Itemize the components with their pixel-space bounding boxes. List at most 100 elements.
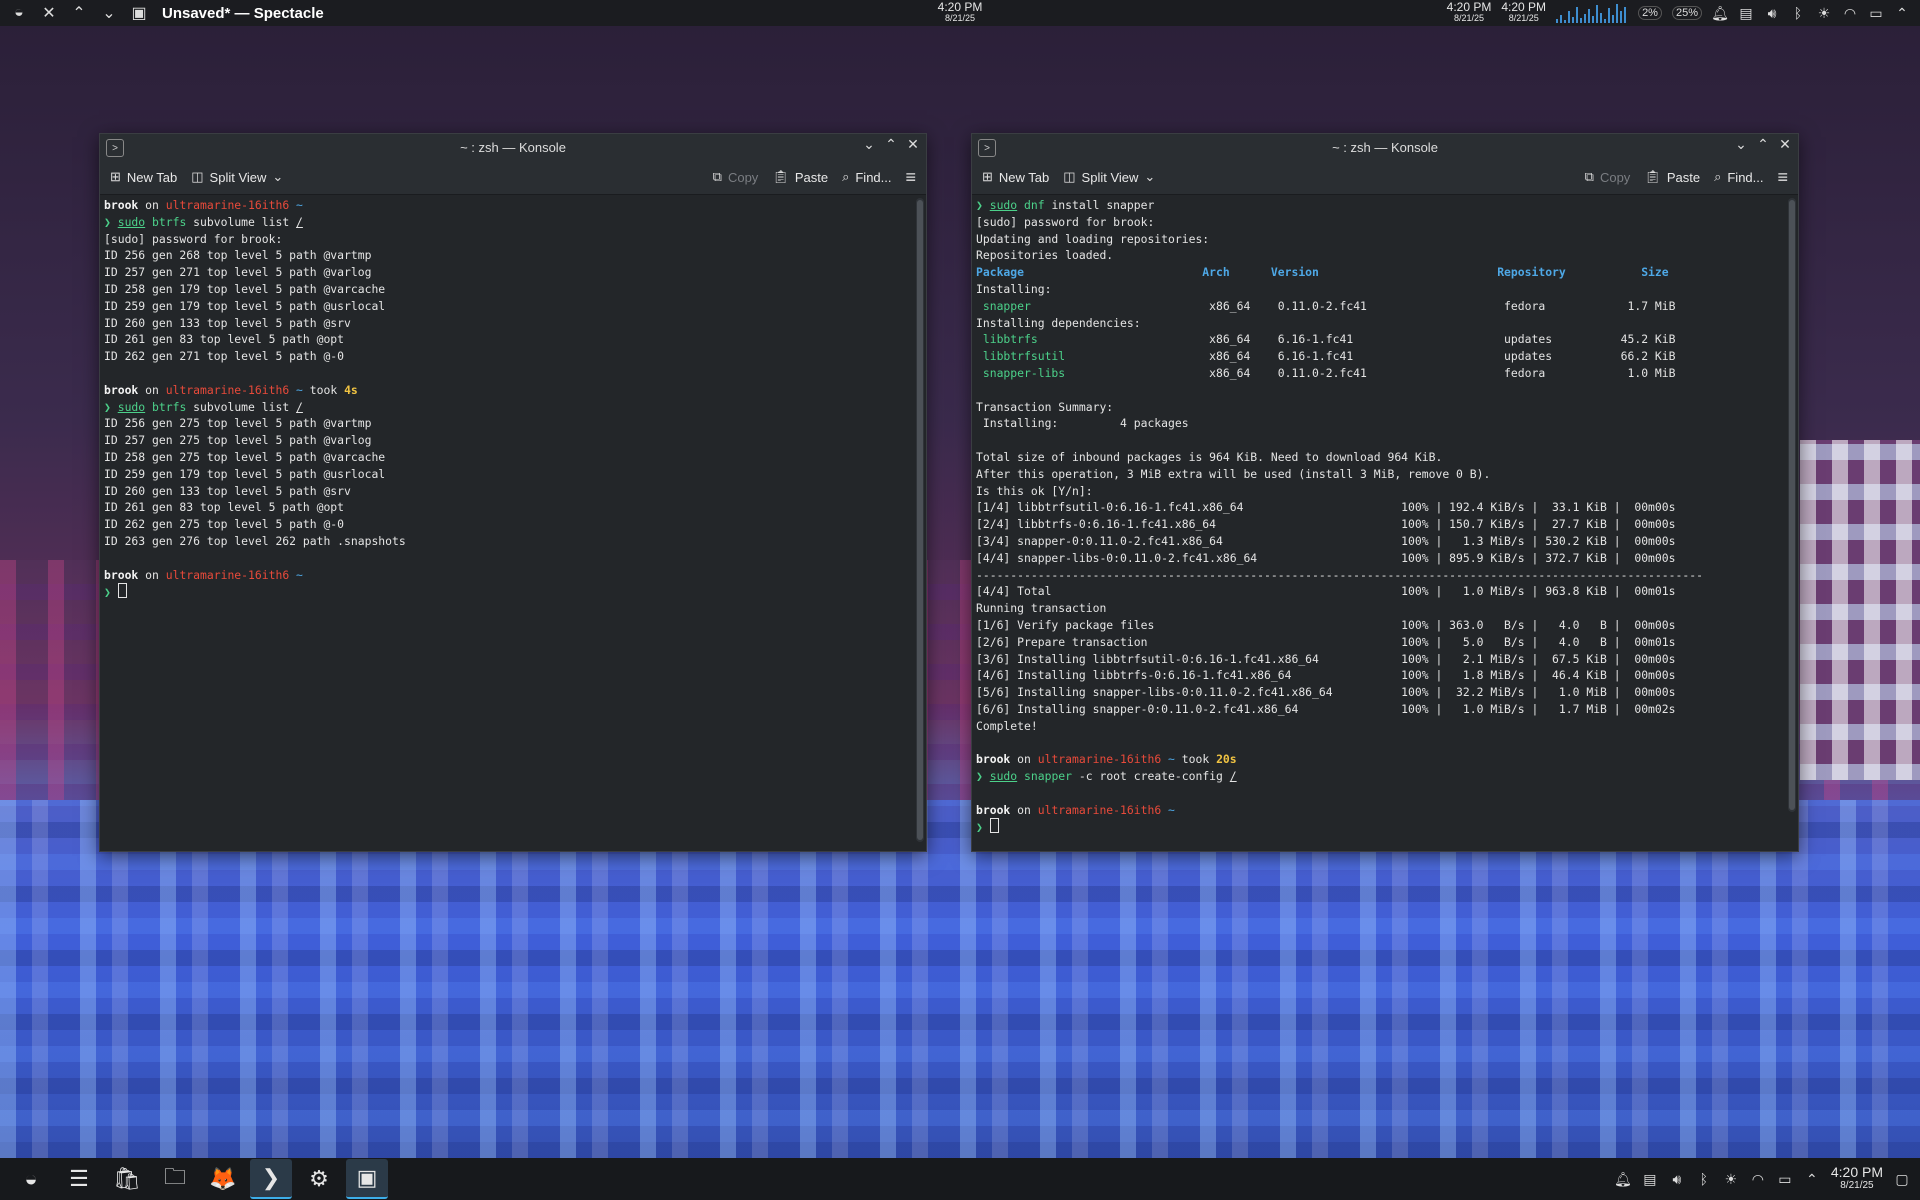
prompt-user: brook [976,752,1011,767]
minimize-icon[interactable]: ⌄ [98,2,120,24]
terminal-text: ID 257 gen 275 top level 5 path @varlog [104,433,372,448]
taskbar-firefox[interactable]: 🦊 [202,1160,244,1198]
scrollbar-thumb[interactable] [1789,200,1795,810]
world-clock-time: 4:20 PM [1501,0,1547,14]
terminal-output[interactable]: brook on ultramarine-16ith6 ~ ❯ sudo btrf… [100,195,926,839]
taskbar-spectacle[interactable]: ▣ [346,1159,388,1199]
battery-icon[interactable]: ▭ [1868,5,1884,21]
minimize-icon[interactable]: ⌄ [1734,136,1748,153]
terminal-text: Installing: [976,281,1052,296]
sliders-icon: ☰ [69,1166,89,1191]
battery-icon[interactable]: ▭ [1777,1171,1793,1187]
terminal-text: [4/6] Installing libbtrfs-0:6.16-1.fc41.… [976,668,1676,683]
terminal-line: ----------------------------------------… [976,567,1794,584]
paste-button[interactable]: 📋︎ Paste [772,169,828,185]
close-icon[interactable]: ✕ [906,136,920,153]
world-clock[interactable]: 4:20 PM 8/21/25 [1501,0,1547,24]
terminal-line: ID 261 gen 83 top level 5 path @opt [104,499,922,516]
show-desktop-icon[interactable]: ▢ [1894,1171,1910,1187]
prompt-arrow: ❯ [976,769,990,784]
terminal-app-icon[interactable]: > [978,139,996,157]
terminal-line: ❯ sudo dnf install snapper [976,197,1794,214]
store-bag-icon: 🛍 [113,1166,141,1191]
notifications-icon[interactable]: 🔔︎ [1614,1171,1632,1187]
scrollbar-thumb[interactable] [917,200,923,840]
bluetooth-icon[interactable]: ᛒ [1790,5,1806,21]
taskbar-dolphin-file-manager[interactable]: 🗀 [154,1160,196,1198]
brightness-icon[interactable]: ☀ [1723,1171,1739,1187]
konsole-window-left[interactable]: > ~ : zsh — Konsole ⌄ ⌃ ✕ ⊞ New Tab ◫ Spli… [99,133,927,852]
window-titlebar[interactable]: > ~ : zsh — Konsole ⌄ ⌃ ✕ [972,134,1798,160]
clipboard-icon[interactable]: ▤ [1738,5,1754,21]
bluetooth-icon[interactable]: ᛒ [1696,1171,1712,1187]
paste-button[interactable]: 📋︎ Paste [1644,169,1700,185]
split-view-button[interactable]: ◫ Split View ⌄ [191,169,283,185]
taskbar-discover-store[interactable]: 🛍 [106,1160,148,1198]
memory-percent[interactable]: 25% [1671,6,1702,20]
terminal-line: [3/6] Installing libbtrfsutil-0:6.16-1.f… [976,651,1794,668]
top-clock[interactable]: 4:20 PM 8/21/25 [920,1,1000,24]
taskbar-clock[interactable]: 4:20 PM 8/21/25 [1831,1165,1883,1192]
terminal-text: ID 262 gen 275 top level 5 path @-0 [104,517,345,532]
split-view-button[interactable]: ◫ Split View ⌄ [1063,169,1155,185]
terminal-line: ID 256 gen 275 top level 5 path @vartmp [104,415,922,432]
ultramarine-logo-icon[interactable]: ◒ [8,2,30,24]
system-tray: 🔔︎ ▤ 🔊︎ ᛒ ☀ ◠ ▭ ⌃ 4:20 PM 8/21/25 ▢ [1614,1158,1910,1200]
window-titlebar[interactable]: > ~ : zsh — Konsole ⌄ ⌃ ✕ [100,134,926,160]
scrollbar[interactable] [916,198,924,842]
copy-button[interactable]: ⧉ Copy [713,169,759,185]
hamburger-menu-icon[interactable]: ≡ [1777,167,1788,188]
command-args: install snapper [1044,198,1155,212]
volume-icon[interactable]: 🔊︎ [1669,1171,1685,1187]
cpu-percent[interactable]: 2% [1638,6,1662,20]
terminal-line: [5/6] Installing snapper-libs-0:0.11.0-2… [976,684,1794,701]
find-button[interactable]: ⌕ Find... [842,169,891,185]
terminal-cursor [117,583,127,599]
notifications-icon[interactable]: 🔔︎ [1711,5,1729,21]
scrollbar[interactable] [1788,198,1796,812]
package-details: x86_64 6.16-1.fc41 updates 66.2 KiB [1065,349,1676,364]
terminal-text: Total size of inbound packages is 964 Ki… [976,449,1443,464]
new-tab-button[interactable]: ⊞ New Tab [982,169,1049,185]
wifi-icon[interactable]: ◠ [1750,1171,1766,1187]
taskbar-system-settings[interactable]: ⚙ [298,1160,340,1198]
package-name: snapper-libs [976,365,1066,380]
brightness-icon[interactable]: ☀ [1816,5,1832,21]
maximize-icon[interactable]: ⌃ [1756,136,1770,153]
close-icon[interactable]: ✕ [1778,136,1792,153]
terminal-text: ----------------------------------------… [976,567,1703,582]
prompt-text: on [1010,802,1038,817]
wifi-icon[interactable]: ◠ [1842,5,1858,21]
minimize-icon[interactable]: ⌄ [862,136,876,153]
volume-icon[interactable]: 🔊︎ [1764,5,1780,21]
prompt-host: ultramarine-16ith6 [165,567,290,582]
terminal-text: [1/4] libbtrfsutil-0:6.16-1.fc41.x86_64 … [976,500,1676,515]
terminal-text: [1/6] Verify package files 100% | 363.0 … [976,617,1676,632]
taskbar-app-launcher[interactable]: ◒ [10,1160,52,1198]
find-button[interactable]: ⌕ Find... [1714,169,1763,185]
taskbar-konsole[interactable]: ❯ [250,1159,292,1199]
copy-button[interactable]: ⧉ Copy [1585,169,1631,185]
cpu-graph[interactable] [1556,3,1628,23]
maximize-icon[interactable]: ⌃ [68,2,90,24]
world-clock[interactable]: 4:20 PM 8/21/25 [1447,1,1492,24]
hamburger-menu-icon[interactable]: ≡ [905,167,916,188]
terminal-app-icon[interactable]: > [106,139,124,157]
maximize-icon[interactable]: ⌃ [884,136,898,153]
tray-expand-icon[interactable]: ⌃ [1894,5,1910,21]
world-clock-date: 8/21/25 [1453,13,1485,23]
terminal-line: ID 260 gen 133 top level 5 path @srv [104,483,922,500]
terminal-line: ID 261 gen 83 top level 5 path @opt [104,331,922,348]
terminal-output[interactable]: ❯ sudo dnf install snapper [sudo] passwor… [972,195,1798,839]
taskbar-system-settings-switcher[interactable]: ☰ [58,1160,100,1198]
prompt-host: ultramarine-16ith6 [1037,752,1162,767]
sudo-command: sudo [117,399,146,414]
tray-expand-icon[interactable]: ⌃ [1804,1171,1820,1187]
ultramarine-logo-icon: ◒ [24,1166,38,1191]
new-tab-button[interactable]: ⊞ New Tab [110,169,177,185]
clipboard-icon[interactable]: ▤ [1642,1171,1658,1187]
close-icon[interactable]: ✕ [38,2,60,24]
konsole-window-right[interactable]: > ~ : zsh — Konsole ⌄ ⌃ ✕ ⊞ New Tab ◫ Spli… [971,133,1799,852]
terminal-text: Installing dependencies: [976,315,1141,330]
